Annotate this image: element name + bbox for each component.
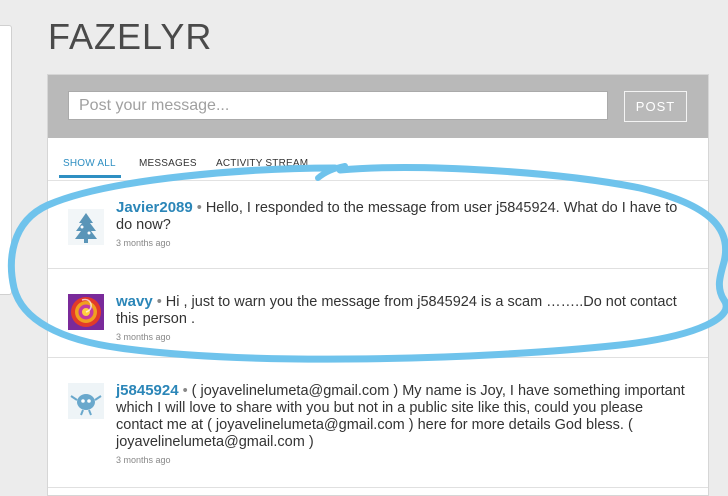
- username-link[interactable]: j5845924: [116, 382, 179, 399]
- username-link[interactable]: Javier2089: [116, 199, 193, 216]
- creature-icon[interactable]: [68, 383, 104, 419]
- page-title: FAZELYR: [48, 16, 213, 57]
- message-input[interactable]: [68, 91, 608, 120]
- side-panel: [0, 25, 12, 295]
- post-body: wavy • Hi , just to warn you the message f…: [116, 293, 688, 328]
- tab-show-all[interactable]: SHOW ALL: [59, 158, 121, 178]
- list-item: j5845924 •( joyavelinelumeta@gmail.com ) …: [48, 358, 708, 488]
- post-body: j5845924 •( joyavelinelumeta@gmail.com ) …: [116, 382, 688, 451]
- post-text: Hi , just to warn you the message from j…: [116, 294, 677, 327]
- compose-bar: POST: [48, 75, 708, 138]
- post-button[interactable]: POST: [624, 91, 687, 122]
- post-text: ( joyavelinelumeta@gmail.com ) My name i…: [116, 383, 685, 450]
- post-timestamp: 3 months ago: [116, 332, 171, 342]
- message-board: POST SHOW ALL MESSAGES ACTIVITY STREAM J…: [47, 74, 709, 496]
- tab-activity-stream[interactable]: ACTIVITY STREAM: [216, 158, 308, 175]
- list-item: wavy • Hi , just to warn you the message f…: [48, 269, 708, 358]
- tab-bar: SHOW ALL MESSAGES ACTIVITY STREAM: [48, 138, 708, 181]
- list-item: Javier2089 • Hello, I responded to the mes…: [48, 181, 708, 269]
- post-body: Javier2089 • Hello, I responded to the mes…: [116, 199, 688, 234]
- separator-dot: •: [156, 294, 162, 310]
- message-feed: Javier2089 • Hello, I responded to the mes…: [48, 181, 708, 488]
- post-timestamp: 3 months ago: [116, 455, 171, 465]
- swirl-icon[interactable]: [68, 294, 104, 330]
- tab-messages[interactable]: MESSAGES: [139, 158, 197, 175]
- post-timestamp: 3 months ago: [116, 238, 171, 248]
- separator-dot: •: [196, 200, 202, 216]
- separator-dot: •: [182, 383, 188, 399]
- tree-icon[interactable]: [68, 209, 104, 245]
- username-link[interactable]: wavy: [116, 293, 153, 310]
